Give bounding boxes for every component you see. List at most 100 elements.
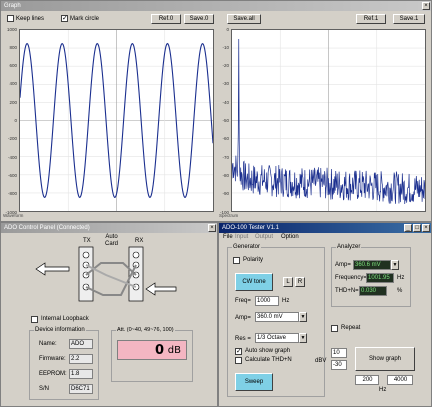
amp-label: Amp=: [235, 315, 251, 321]
eeprom-label: EEPROM:: [39, 371, 67, 377]
frequency-display: 1001.95: [366, 273, 394, 283]
waveform-plot: [19, 29, 214, 212]
check-icon: ✓: [62, 15, 68, 22]
chevron-down-icon[interactable]: ▼: [391, 260, 399, 270]
hz-label: Hz: [379, 387, 387, 393]
tester-title: ADO-100 Tester V1.1: [222, 225, 279, 231]
res-select[interactable]: 1/3 Octave: [255, 333, 299, 343]
channel-r-button[interactable]: R: [295, 277, 305, 287]
tx-label: TX: [83, 238, 91, 244]
mark-circle-label: Mark circle: [70, 16, 100, 22]
hz-to-input[interactable]: 4000: [387, 375, 413, 385]
waveform-tick-label: 800: [9, 44, 17, 50]
dbv-label: dBV: [315, 358, 327, 364]
thdn-label: THD+N=: [335, 288, 359, 294]
internal-loopback-label: Internal Loopback: [41, 316, 89, 322]
attenuation-title: Att. (0~40, 49~76, 100): [116, 326, 175, 334]
keep-lines-checkbox[interactable]: [7, 15, 14, 22]
save-all-button[interactable]: Save.all: [227, 14, 261, 24]
spectrum-tick-label: 0: [226, 26, 229, 32]
control-title: ADO Control Panel (Connected): [4, 225, 90, 231]
show-graph-button[interactable]: Show graph: [355, 347, 415, 371]
menu-input[interactable]: Input: [235, 233, 248, 241]
spectrum-tick-label: -10: [222, 44, 229, 50]
graph-window: Graph × Keep lines ✓ Mark circle Ref.0 S…: [0, 0, 432, 222]
chevron-down-icon[interactable]: ▼: [299, 333, 307, 343]
spectrum-bottom-label: Spectrum: [219, 213, 239, 218]
close-icon[interactable]: ×: [208, 224, 216, 232]
firmware-field: 2.2: [69, 354, 93, 364]
thdn-unit: %: [397, 288, 403, 294]
ref0-button[interactable]: Ref.0: [151, 14, 181, 24]
amp-select[interactable]: 360.0 mV: [255, 312, 299, 322]
left-arrow-icon: [145, 282, 177, 296]
dbv-top-input[interactable]: 10: [331, 348, 347, 358]
frequency-label: Frequency=: [335, 275, 367, 281]
calc-thd-checkbox[interactable]: [235, 357, 242, 364]
attenuation-unit: dB: [167, 345, 181, 356]
firmware-label: Firmware:: [39, 356, 66, 362]
graph-title: Graph: [4, 3, 21, 9]
graph-title-bar: Graph: [1, 1, 431, 11]
repeat-label: Repeat: [341, 325, 361, 331]
chevron-down-icon[interactable]: ▼: [299, 312, 307, 322]
waveform-tick-label: -600: [7, 172, 17, 178]
thdn-display: 0.030: [359, 286, 387, 296]
sn-field: D6C71: [69, 384, 93, 394]
rx-label: RX: [135, 238, 144, 244]
polarity-label: Polarity: [243, 257, 264, 263]
amp-select-value: 360.0 mV: [257, 314, 283, 320]
freq-label: Freq=: [235, 298, 251, 304]
repeat-checkbox[interactable]: [331, 325, 338, 332]
spectrum-tick-label: -50: [222, 118, 229, 123]
internal-loopback-checkbox[interactable]: [31, 316, 38, 323]
menu-option[interactable]: Option: [281, 233, 299, 241]
waveform-tick-label: -400: [7, 154, 17, 160]
spectrum-tick-label: -60: [222, 136, 229, 142]
menu-bar: File Input Output Option: [219, 233, 431, 242]
menu-output[interactable]: Output: [255, 233, 273, 241]
res-label: Res =: [235, 336, 251, 342]
hz-from-input[interactable]: 200: [355, 375, 379, 385]
frequency-unit: Hz: [397, 275, 405, 281]
waveform-tick-label: 400: [9, 81, 17, 87]
minimize-icon[interactable]: _: [404, 224, 412, 232]
auto-show-graph-checkbox[interactable]: ✓: [235, 348, 242, 355]
spectrum-tick-label: -80: [222, 172, 229, 178]
cw-tone-button[interactable]: CW tone: [235, 273, 273, 291]
spectrum-plot: [231, 29, 426, 212]
sweep-button[interactable]: Sweep: [235, 373, 273, 391]
control-panel-window: ADO Control Panel (Connected) × TX Auto …: [0, 222, 218, 407]
sn-label: S/N: [39, 386, 50, 392]
eeprom-field: 1.8: [69, 369, 93, 379]
auto-show-graph-label: Auto show graph: [245, 348, 291, 354]
ref1-button[interactable]: Ref.1: [356, 14, 386, 24]
waveform-tick-label: 200: [9, 99, 17, 105]
left-arrow-icon: [35, 262, 70, 276]
close-icon[interactable]: ×: [422, 224, 430, 232]
spectrum-tick-label: -90: [222, 191, 229, 197]
spectrum-tick-label: -70: [222, 154, 229, 160]
maximize-icon[interactable]: □: [413, 224, 421, 232]
channel-l-button[interactable]: L: [283, 277, 293, 287]
waveform-tick-label: -800: [7, 191, 17, 197]
spectrum-tick-label: -20: [222, 63, 229, 69]
polarity-checkbox[interactable]: [233, 257, 240, 264]
dbv-bottom-input[interactable]: -30: [331, 360, 347, 370]
save1-button[interactable]: Save.1: [393, 14, 425, 24]
freq-input[interactable]: 1000: [255, 296, 279, 306]
menu-file[interactable]: File: [223, 233, 233, 241]
mark-circle-checkbox[interactable]: ✓: [61, 15, 68, 22]
analyzer-amp-display: 360.6 mV: [353, 260, 391, 270]
close-icon[interactable]: ×: [422, 2, 430, 10]
tester-title-bar: ADO-100 Tester V1.1: [219, 223, 431, 233]
spectrum-tick-label: -30: [222, 81, 229, 87]
generator-title: Generator: [232, 243, 262, 251]
keep-lines-label: Keep lines: [16, 16, 45, 22]
attenuation-display[interactable]: 0 dB: [117, 340, 187, 360]
save0-button[interactable]: Save.0: [184, 14, 214, 24]
analyzer-amp-label: Amp=: [335, 262, 351, 268]
check-icon: ✓: [236, 348, 242, 355]
name-label: Name:: [39, 341, 57, 347]
waveform-tick-label: 600: [9, 63, 17, 69]
